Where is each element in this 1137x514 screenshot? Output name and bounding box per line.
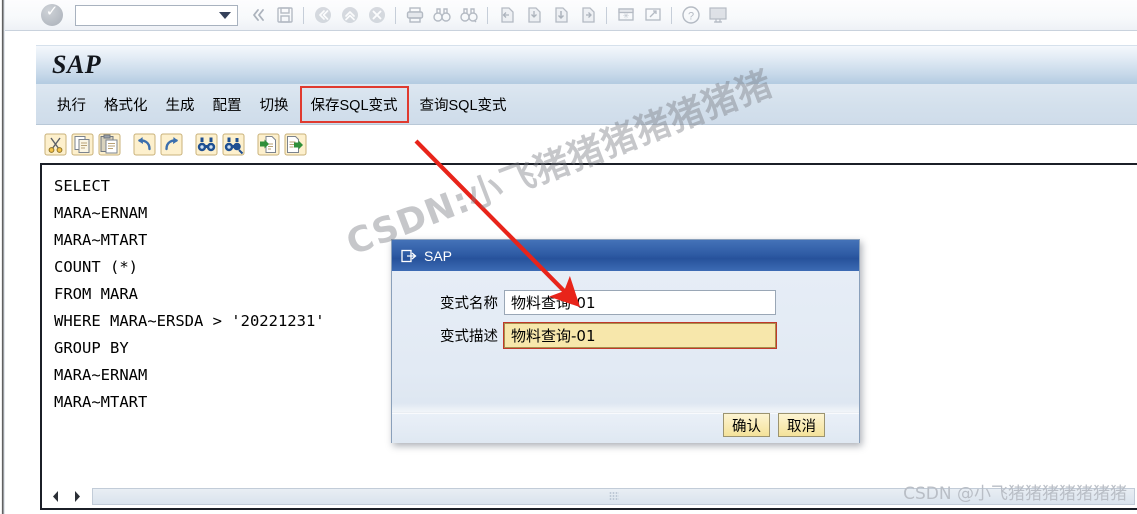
create-session-icon[interactable]: ✳: [613, 3, 638, 28]
menu-item-configure[interactable]: 配置: [204, 89, 251, 120]
cut-icon[interactable]: [43, 132, 68, 157]
window-left-edge: [0, 0, 5, 514]
next-page-icon[interactable]: [548, 3, 573, 28]
previous-page-icon[interactable]: [521, 3, 546, 28]
print-icon[interactable]: [402, 3, 427, 28]
first-page-icon[interactable]: [494, 3, 519, 28]
menu-item-format[interactable]: 格式化: [95, 89, 157, 120]
dialog-title-bar: SAP: [392, 240, 859, 271]
triangle-left-icon[interactable]: [47, 488, 64, 505]
svg-text:✳: ✳: [622, 12, 629, 21]
dialog-title: SAP: [424, 247, 453, 264]
help-icon[interactable]: ?: [678, 3, 703, 28]
find-icon[interactable]: [194, 132, 219, 157]
exit-icon[interactable]: [337, 3, 362, 28]
find-replace-icon[interactable]: [221, 132, 246, 157]
save-variant-dialog: SAP 变式名称 物料查询-01 变式描述 物料查询-01 确认 取消: [391, 239, 860, 443]
logoff-icon: [401, 249, 417, 263]
upload-icon[interactable]: [256, 132, 281, 157]
chevron-down-icon[interactable]: [219, 11, 231, 19]
find-next-icon[interactable]: [456, 3, 481, 28]
enter-back-icon[interactable]: [245, 3, 270, 28]
paste-icon[interactable]: [97, 132, 122, 157]
triangle-right-icon[interactable]: [69, 488, 86, 505]
svg-text:?: ?: [687, 11, 693, 23]
toolbar-separator: [303, 6, 304, 24]
dialog-footer: 确认 取消: [392, 403, 859, 443]
sap-logo: SAP: [52, 50, 102, 79]
menu-item-generate[interactable]: 生成: [157, 89, 204, 120]
system-toolbar: ✳ ?: [5, 0, 1137, 31]
menu-item-execute[interactable]: 执行: [48, 89, 95, 120]
scrollbar-grip[interactable]: [608, 491, 619, 501]
download-icon[interactable]: [283, 132, 308, 157]
cancel-icon[interactable]: [364, 3, 389, 28]
last-page-icon[interactable]: [575, 3, 600, 28]
menu-item-save-sql-variant[interactable]: 保存SQL变式: [299, 85, 409, 123]
screen-root: ✳ ? SAP 执行 格式化 生成 配置 切换 保存SQL变式 查询SQL变式: [0, 0, 1137, 514]
command-field[interactable]: [75, 4, 238, 26]
menu-item-query-sql-variant[interactable]: 查询SQL变式: [411, 89, 516, 120]
customize-layout-icon[interactable]: [705, 3, 730, 28]
sap-title-bar: SAP: [36, 45, 1137, 84]
toolbar-separator: [395, 6, 396, 24]
toolbar-separator: [671, 6, 672, 24]
find-icon[interactable]: [429, 3, 454, 28]
cancel-button[interactable]: 取消: [778, 413, 825, 437]
editor-toolbar: [36, 125, 1137, 163]
dialog-row-variant-name: 变式名称 物料查询-01: [392, 288, 859, 317]
application-menu-bar: 执行 格式化 生成 配置 切换 保存SQL变式 查询SQL变式: [36, 84, 1137, 125]
redo-icon[interactable]: [159, 132, 184, 157]
variant-description-input[interactable]: 物料查询-01: [503, 322, 777, 349]
create-shortcut-icon[interactable]: [640, 3, 665, 28]
toolbar-separator: [606, 6, 607, 24]
toolbar-separator: [487, 6, 488, 24]
check-circle-icon[interactable]: [41, 2, 63, 26]
dialog-row-variant-description: 变式描述 物料查询-01: [392, 321, 859, 350]
variant-description-label: 变式描述: [440, 329, 498, 345]
back-icon[interactable]: [310, 3, 335, 28]
menu-item-switch[interactable]: 切换: [251, 89, 298, 120]
dialog-body: 变式名称 物料查询-01 变式描述 物料查询-01: [392, 271, 859, 412]
undo-icon[interactable]: [132, 132, 157, 157]
save-icon[interactable]: [272, 3, 297, 28]
copy-icon[interactable]: [70, 132, 95, 157]
confirm-button[interactable]: 确认: [723, 413, 770, 437]
variant-name-input[interactable]: 物料查询-01: [504, 290, 776, 315]
corner-watermark: CSDN @小飞猪猪猪猪猪猪猪: [903, 484, 1127, 504]
variant-name-label: 变式名称: [440, 296, 498, 312]
